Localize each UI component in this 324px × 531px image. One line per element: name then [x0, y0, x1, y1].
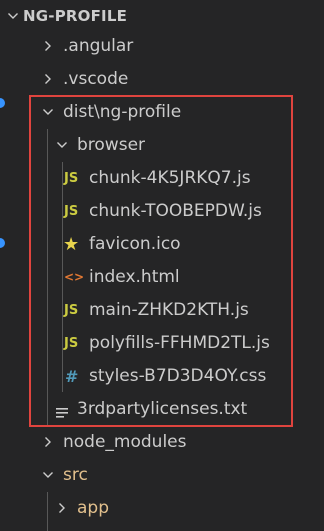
- explorer-root-label: NG-PROFILE: [23, 7, 128, 25]
- chevron-down-icon: [55, 138, 69, 152]
- tree-item-label: favicon.ico: [89, 234, 181, 254]
- tree-item-chunk-4k5jrkq7[interactable]: JS chunk-4K5JRKQ7.js: [0, 162, 324, 195]
- chevron-right-icon: [41, 435, 55, 449]
- chevron-down-icon: [6, 9, 20, 23]
- tree-item-node-modules[interactable]: node_modules: [0, 426, 324, 459]
- tree-item-3rdpartylicenses[interactable]: 3rdpartylicenses.txt: [0, 393, 324, 426]
- tree-item-angular[interactable]: .angular: [0, 30, 324, 63]
- tree-item-label: polyfills-FFHMD2TL.js: [89, 333, 270, 353]
- text-file-icon: [56, 404, 68, 423]
- tree-item-dist-ng-profile[interactable]: dist\ng-profile: [0, 96, 324, 129]
- tree-item-src[interactable]: src: [0, 459, 324, 492]
- css-file-icon: #: [65, 367, 79, 386]
- tree-item-label: main-ZHKD2KTH.js: [89, 300, 249, 320]
- javascript-file-icon: JS: [64, 303, 79, 318]
- explorer-root-header[interactable]: NG-PROFILE: [0, 0, 324, 33]
- tree-item-favicon[interactable]: ★ favicon.ico: [0, 228, 324, 261]
- chevron-down-icon: [41, 105, 55, 119]
- file-explorer: NG-PROFILE .angular .vscode dist\ng-prof…: [0, 0, 324, 531]
- tree-item-label: 3rdpartylicenses.txt: [77, 399, 248, 419]
- tree-item-browser[interactable]: browser: [0, 129, 324, 162]
- tree-item-polyfills[interactable]: JS polyfills-FFHMD2TL.js: [0, 327, 324, 360]
- tree-item-label: app: [77, 498, 109, 518]
- tree-item-chunk-toobepdw[interactable]: JS chunk-TOOBEPDW.js: [0, 195, 324, 228]
- tree-item-app[interactable]: app: [0, 492, 324, 525]
- tree-item-index-html[interactable]: <> index.html: [0, 261, 324, 294]
- tree-item-label: chunk-4K5JRKQ7.js: [89, 168, 251, 188]
- chevron-right-icon: [55, 501, 69, 515]
- tree-item-label: chunk-TOOBEPDW.js: [89, 201, 262, 221]
- chevron-right-icon: [41, 39, 55, 53]
- javascript-file-icon: JS: [64, 171, 79, 186]
- tree-item-main[interactable]: JS main-ZHKD2KTH.js: [0, 294, 324, 327]
- tree-item-styles[interactable]: # styles-B7D3D4OY.css: [0, 360, 324, 393]
- tree-item-label: browser: [77, 135, 146, 155]
- chevron-down-icon: [41, 468, 55, 482]
- star-favicon-icon: ★: [63, 234, 80, 255]
- tree-item-label: .vscode: [63, 69, 129, 89]
- tree-item-label: .angular: [63, 36, 134, 56]
- tree-item-label: styles-B7D3D4OY.css: [89, 366, 267, 386]
- tree-item-label: node_modules: [63, 432, 187, 452]
- tree-item-vscode[interactable]: .vscode: [0, 63, 324, 96]
- chevron-right-icon: [41, 72, 55, 86]
- tree-item-label: dist\ng-profile: [63, 102, 182, 122]
- javascript-file-icon: JS: [64, 336, 79, 351]
- javascript-file-icon: JS: [64, 204, 79, 219]
- tree-item-label: index.html: [89, 267, 180, 287]
- html-file-icon: <>: [64, 270, 85, 284]
- tree-item-label: src: [63, 465, 88, 485]
